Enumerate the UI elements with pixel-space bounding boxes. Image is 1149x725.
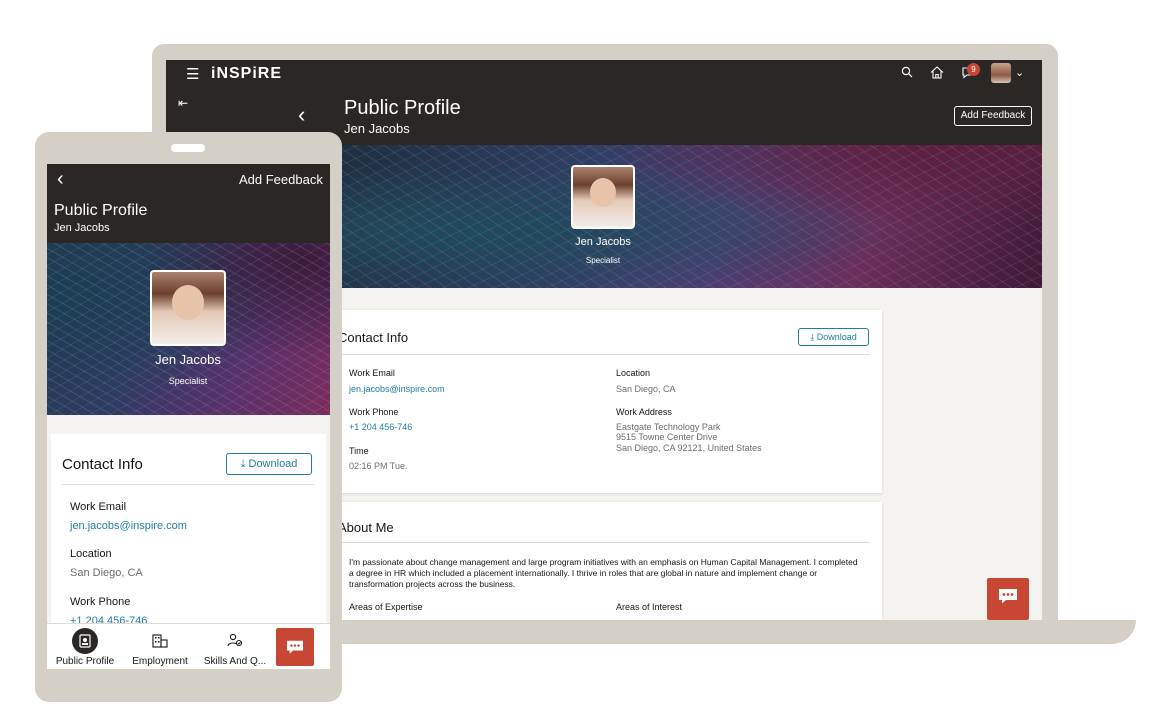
location-value: San Diego, CA: [616, 384, 676, 394]
location-label: Location: [70, 548, 112, 560]
chevron-down-icon[interactable]: ⌄: [1015, 66, 1024, 79]
page-title: Public Profile: [54, 202, 148, 219]
top-bar: ☰ iNSPiRE 9 ⌄: [166, 60, 1042, 90]
profile-role: Specialist: [168, 376, 208, 386]
profile-banner: [336, 145, 1042, 288]
contact-info-title: Contact Info: [338, 330, 409, 345]
contact-info-card: Contact Info ⤓ Download Work Email jen.j…: [51, 434, 326, 634]
chat-button[interactable]: [276, 628, 314, 666]
app-logo[interactable]: iNSPiRE: [211, 65, 282, 83]
work-address-label: Work Address: [616, 407, 672, 417]
profile-photo: [571, 165, 635, 229]
location-value: San Diego, CA: [70, 567, 143, 579]
work-email-link[interactable]: jen.jacobs@inspire.com: [70, 520, 187, 532]
address-line-2: 9515 Towne Center Drive: [616, 432, 718, 442]
nav-skills-and-qualifications[interactable]: Skills And Q...: [199, 628, 271, 667]
download-label: Download: [816, 331, 857, 342]
nav-public-profile[interactable]: Public Profile: [51, 628, 119, 667]
home-icon[interactable]: [930, 66, 944, 83]
profile-role: Specialist: [585, 256, 621, 265]
nav-label: Skills And Q...: [203, 656, 267, 667]
download-icon: ⤓: [240, 457, 246, 470]
divider: [338, 542, 870, 543]
hamburger-menu-icon[interactable]: ☰: [186, 67, 199, 82]
work-phone-label: Work Phone: [349, 407, 399, 417]
about-me-card: About Me I'm passionate about change man…: [336, 502, 882, 620]
download-button[interactable]: ⤓ Download: [226, 453, 312, 475]
work-phone-label: Work Phone: [70, 596, 131, 608]
location-label: Location: [616, 368, 651, 378]
nav-label: Public Profile: [55, 656, 115, 667]
user-avatar[interactable]: [991, 63, 1011, 83]
about-me-text: I'm passionate about change management a…: [349, 557, 858, 589]
about-me-title: About Me: [338, 520, 394, 535]
page-subtitle: Jen Jacobs: [54, 222, 110, 234]
divider: [338, 354, 870, 355]
back-icon[interactable]: ‹: [298, 104, 305, 126]
add-feedback-button[interactable]: Add Feedback: [954, 106, 1032, 126]
address-line-3: San Diego, CA 92121, United States: [616, 443, 762, 453]
page-subtitle: Jen Jacobs: [344, 121, 410, 136]
download-button[interactable]: ⤓ Download: [798, 328, 869, 346]
work-phone-link[interactable]: +1 204 456-746: [349, 422, 412, 432]
building-icon: [147, 628, 173, 654]
id-badge-icon: [72, 628, 98, 654]
page-title: Public Profile: [344, 97, 461, 119]
download-icon: ⤓: [810, 331, 815, 342]
profile-photo: [150, 270, 226, 346]
download-label: Download: [248, 457, 298, 470]
chat-icon: [285, 638, 305, 655]
profile-name: Jen Jacobs: [155, 352, 221, 367]
divider: [62, 484, 314, 485]
work-email-label: Work Email: [70, 501, 127, 513]
contact-info-card: Contact Info ⤓ Download Work Email jen.j…: [336, 310, 882, 493]
search-icon[interactable]: [901, 66, 913, 82]
nav-label: Employment: [132, 656, 188, 667]
mobile-app: ‹ Add Feedback Public Profile Jen Jacobs…: [47, 164, 330, 669]
nav-employment[interactable]: Employment: [127, 628, 193, 667]
phone-speaker: [171, 144, 205, 152]
contact-info-title: Contact Info: [62, 456, 143, 473]
work-email-link[interactable]: jen.jacobs@inspire.com: [349, 384, 445, 394]
mobile-header: ‹ Add Feedback Public Profile Jen Jacobs: [47, 164, 330, 243]
chat-icon: [997, 589, 1019, 609]
work-email-label: Work Email: [349, 368, 395, 378]
collapse-sidebar-icon[interactable]: ⇤: [178, 96, 188, 110]
profile-name: Jen Jacobs: [575, 236, 631, 248]
notification-badge: 9: [967, 63, 980, 76]
areas-of-expertise-label: Areas of Expertise: [349, 602, 423, 612]
back-icon[interactable]: ‹: [57, 168, 64, 191]
chat-button[interactable]: [987, 578, 1029, 620]
time-label: Time: [349, 446, 369, 456]
time-value: 02:16 PM Tue.: [349, 461, 408, 471]
add-feedback-button[interactable]: Add Feedback: [239, 172, 323, 187]
areas-of-interest-label: Areas of Interest: [616, 602, 683, 612]
skills-icon: [222, 628, 248, 654]
